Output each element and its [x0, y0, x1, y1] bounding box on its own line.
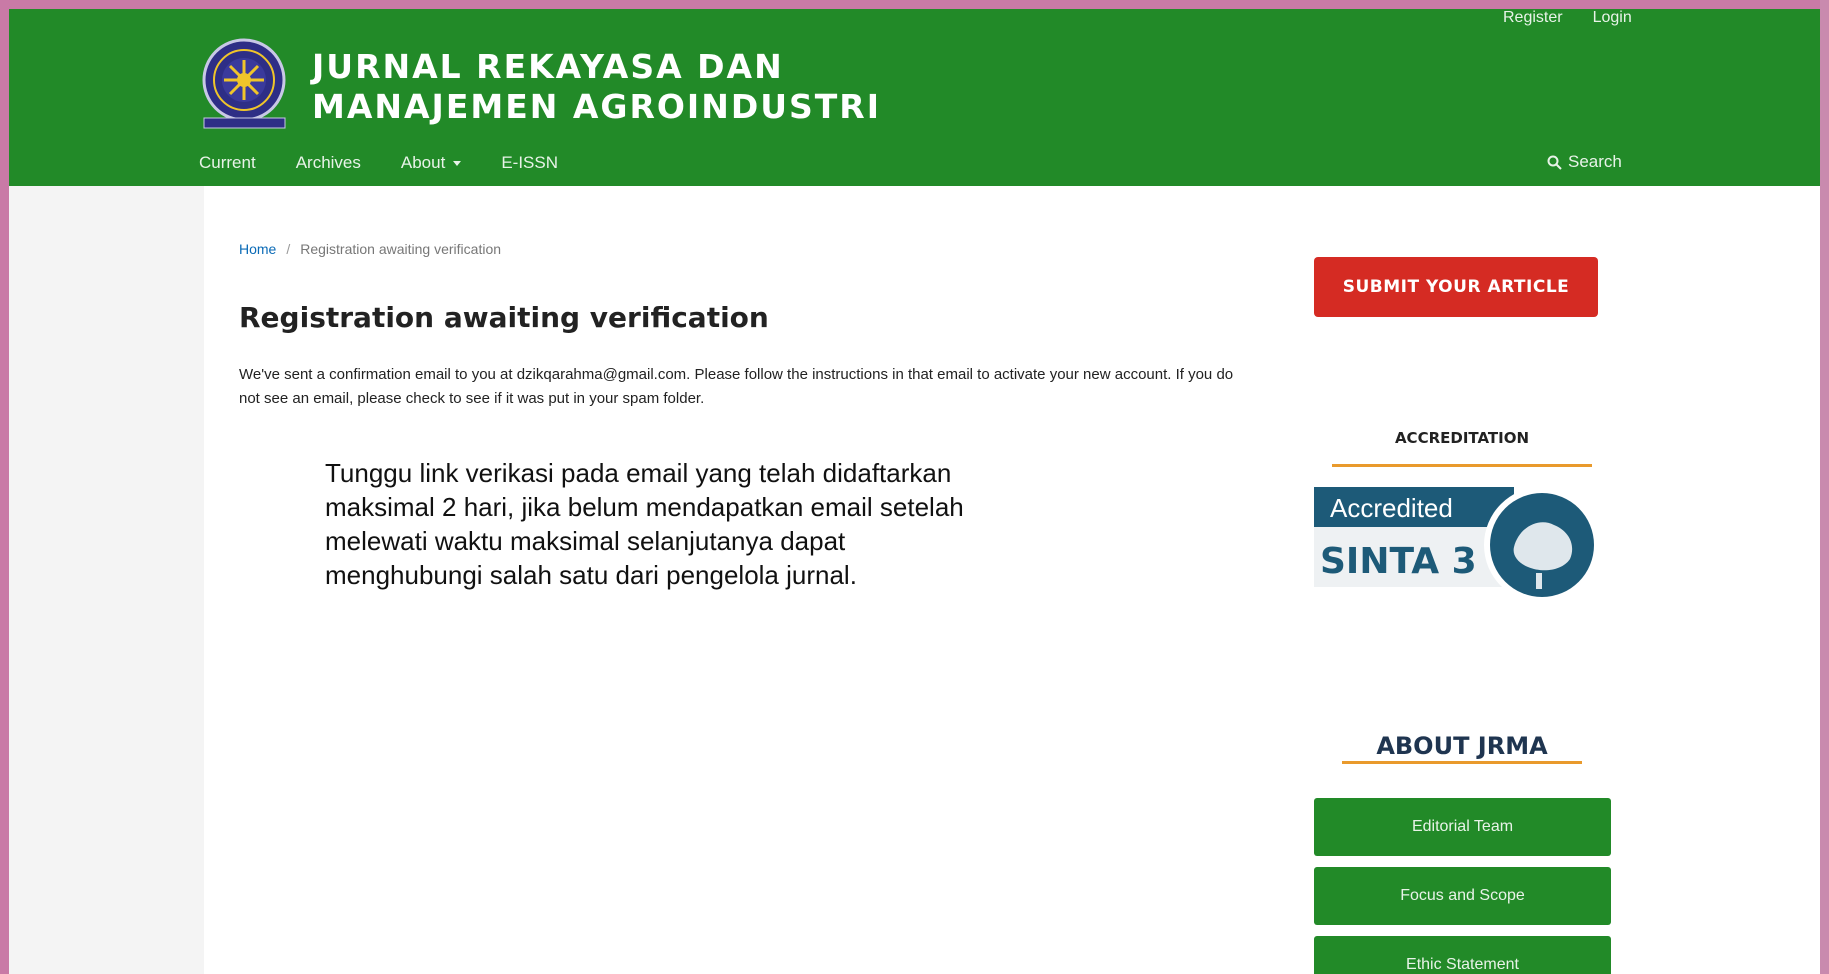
nav-about[interactable]: About [400, 153, 462, 173]
nav-current[interactable]: Current [199, 153, 256, 173]
login-link[interactable]: Login [1593, 9, 1632, 27]
ethic-statement-button[interactable]: Ethic Statement [1314, 936, 1611, 974]
badge-line2: SINTA 3 [1320, 541, 1477, 582]
editorial-team-button[interactable]: Editorial Team [1314, 798, 1611, 856]
confirmation-message: We've sent a confirmation email to you a… [239, 366, 1234, 407]
nav-eissn[interactable]: E-ISSN [501, 153, 558, 173]
submit-article-button[interactable]: SUBMIT YOUR ARTICLE [1314, 257, 1598, 317]
breadcrumb-current: Registration awaiting verification [300, 241, 502, 257]
browser-page: Register Login JURNAL REKAYASA DAN MANAJ… [9, 9, 1820, 974]
site-title-line1: JURNAL REKAYASA DAN [312, 47, 784, 86]
site-title-line2: MANAJEMEN AGROINDUSTRI [312, 87, 881, 126]
nav-archives[interactable]: Archives [296, 153, 361, 173]
user-nav: Register Login [1503, 9, 1632, 27]
breadcrumb-home[interactable]: Home [239, 241, 276, 257]
accreditation-divider [1332, 464, 1592, 467]
search-label: Search [1568, 152, 1622, 171]
nav-eissn-label: E-ISSN [501, 153, 558, 172]
search-icon [1547, 155, 1562, 170]
focus-scope-button[interactable]: Focus and Scope [1314, 867, 1611, 925]
university-seal-logo[interactable] [198, 38, 291, 131]
verification-note: Tunggu link verikasi pada email yang tel… [325, 458, 964, 590]
site-header: Register Login JURNAL REKAYASA DAN MANAJ… [9, 9, 1820, 186]
search-link[interactable]: Search [1547, 152, 1622, 172]
main-nav: Current Archives About E-ISSN [199, 153, 558, 173]
about-divider [1342, 761, 1582, 764]
frame-border [1820, 0, 1829, 974]
accreditation-heading: ACCREDITATION [1394, 429, 1530, 447]
main-content: Home / Registration awaiting verification … [204, 186, 1273, 974]
nav-archives-label: Archives [295, 153, 361, 172]
sinta-accreditation-badge[interactable]: Accredited SINTA 3 [1314, 487, 1604, 612]
page-title: Registration awaiting verification [239, 301, 769, 334]
badge-line1: Accredited [1330, 493, 1453, 523]
about-heading: ABOUT JRMA [1376, 732, 1548, 760]
site-title[interactable]: JURNAL REKAYASA DAN MANAJEMEN AGROINDUST… [312, 47, 881, 127]
caret-down-icon [453, 160, 462, 166]
nav-about-label: About [400, 153, 446, 172]
register-link[interactable]: Register [1503, 9, 1563, 27]
breadcrumb: Home / Registration awaiting verification [239, 241, 501, 257]
nav-current-label: Current [199, 153, 256, 172]
breadcrumb-separator: / [286, 241, 291, 257]
